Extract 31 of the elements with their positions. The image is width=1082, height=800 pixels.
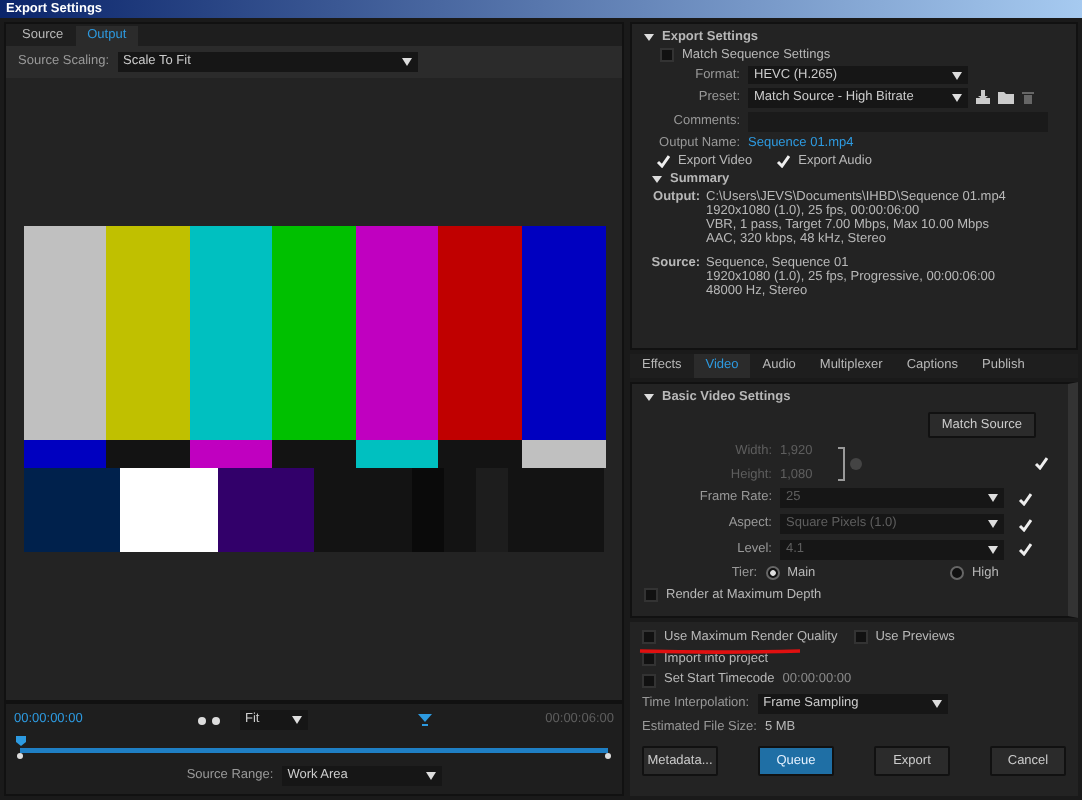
checkmark-icon[interactable]	[656, 153, 670, 168]
dropdown-caret-icon[interactable]	[988, 494, 998, 503]
dropdown-caret-icon[interactable]	[931, 700, 942, 709]
checkmark-icon[interactable]	[1018, 517, 1032, 532]
dropdown-caret-icon[interactable]	[988, 545, 998, 554]
checkmark-icon[interactable]	[1018, 542, 1032, 557]
expanded-triangle-icon[interactable]	[644, 32, 654, 43]
link-bracket-icon[interactable]	[836, 445, 865, 482]
checkmark-icon[interactable]	[1018, 491, 1032, 506]
folder-icon[interactable]	[998, 90, 1014, 105]
expanded-triangle-icon[interactable]	[652, 173, 662, 184]
trash-icon[interactable]	[1022, 90, 1034, 105]
dropdown-caret-icon[interactable]	[952, 93, 962, 102]
checkmark-icon[interactable]	[1034, 456, 1048, 471]
expanded-triangle-icon[interactable]	[644, 392, 654, 403]
checkbox[interactable]	[642, 673, 656, 688]
radio-button[interactable]	[949, 566, 964, 581]
marker-icon[interactable]	[417, 714, 431, 727]
checkbox[interactable]	[660, 48, 674, 63]
save-preset-icon[interactable]	[976, 90, 990, 105]
checkmark-icon[interactable]	[776, 153, 791, 168]
dropdown-caret-icon[interactable]	[952, 71, 962, 80]
dropdown-caret-icon[interactable]	[401, 57, 412, 66]
radio-button[interactable]	[765, 566, 780, 581]
dropdown-caret-icon[interactable]	[425, 772, 436, 781]
checkbox[interactable]	[853, 630, 868, 645]
dropdown-caret-icon[interactable]	[291, 716, 301, 725]
timeline-scrubber[interactable]	[14, 734, 614, 763]
checkbox[interactable]	[642, 630, 656, 645]
dropdown-caret-icon[interactable]	[988, 520, 998, 529]
checkbox[interactable]	[644, 587, 658, 602]
